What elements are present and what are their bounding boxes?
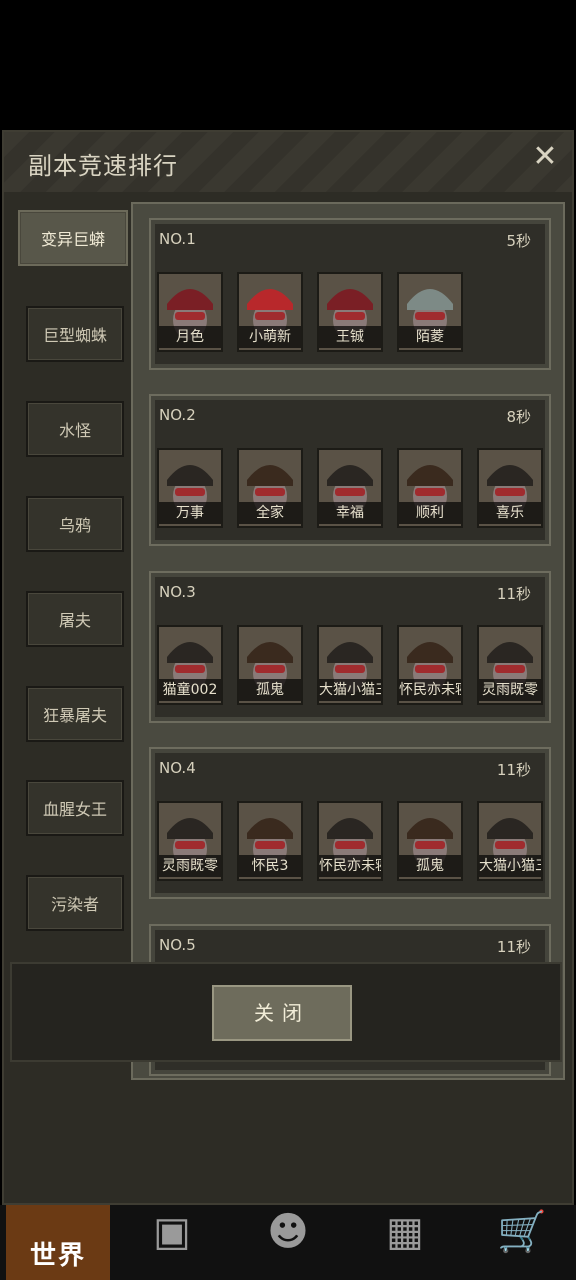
player-avatar[interactable]: 猫童002 <box>157 625 223 705</box>
player-avatar[interactable]: 万事 <box>157 448 223 528</box>
category-tab[interactable]: 狂暴屠夫 <box>26 686 124 742</box>
player-name: 王铖 <box>319 326 381 348</box>
category-tab[interactable]: 变异巨蟒 <box>18 210 128 266</box>
player-name: 怀民亦未寝 <box>399 679 461 701</box>
player-name: 灵雨既零 <box>159 855 221 877</box>
ranking-card: NO.4 11秒灵雨既零怀民3 怀民亦未寝孤鬼大猫小猫三 <box>149 747 551 899</box>
clear-time: 8秒 <box>506 408 531 426</box>
player-avatar[interactable]: 全家 <box>237 448 303 528</box>
player-name: 幸福 <box>319 502 381 524</box>
clear-time: 5秒 <box>506 232 531 250</box>
clear-time: 11秒 <box>496 938 531 956</box>
category-tab[interactable]: 水怪 <box>26 401 124 457</box>
category-tab[interactable]: 屠夫 <box>26 591 124 647</box>
player-name: 怀民3 <box>239 855 301 877</box>
player-avatar[interactable]: 灵雨既零 <box>157 801 223 881</box>
category-tab[interactable]: 污染者 <box>26 875 124 931</box>
player-avatar[interactable]: 陌菱 <box>397 272 463 352</box>
close-icon[interactable]: ✕ <box>530 142 560 172</box>
player-name: 灵雨既零 <box>479 679 541 701</box>
player-name: 喜乐 <box>479 502 541 524</box>
player-name: 大猫小猫三 <box>319 679 381 701</box>
nav-world[interactable]: 世界 <box>6 1205 110 1280</box>
player-avatar[interactable]: 怀民亦未寝 <box>397 625 463 705</box>
player-avatar[interactable]: 小萌新 <box>237 272 303 352</box>
player-avatar[interactable]: 灵雨既零 <box>477 625 543 705</box>
player-avatar[interactable]: 怀民亦未寝 <box>317 801 383 881</box>
player-name: 孤鬼 <box>399 855 461 877</box>
backpack-icon[interactable]: ▣ <box>142 1207 202 1257</box>
clear-time: 11秒 <box>496 585 531 603</box>
ranking-card: NO.1 5秒月色 小萌新 王铖 陌菱 <box>149 218 551 370</box>
player-avatar[interactable]: 孤鬼 <box>237 625 303 705</box>
player-name: 全家 <box>239 502 301 524</box>
category-tab[interactable]: 巨型蜘蛛 <box>26 306 124 362</box>
category-tab[interactable]: 乌鸦 <box>26 496 124 552</box>
player-avatar[interactable]: 喜乐 <box>477 448 543 528</box>
category-tab[interactable]: 血腥女王 <box>26 780 124 836</box>
rank-label: NO.2 <box>159 406 196 424</box>
phone-icon[interactable]: ▦ <box>375 1207 435 1257</box>
ranking-card: NO.3 11秒猫童002 孤鬼大猫小猫三怀民亦未寝灵雨既零 <box>149 571 551 723</box>
clear-time: 11秒 <box>496 761 531 779</box>
player-name: 万事 <box>159 502 221 524</box>
close-button[interactable]: 关闭 <box>212 985 352 1041</box>
player-name: 陌菱 <box>399 326 461 348</box>
player-avatar[interactable]: 顺利 <box>397 448 463 528</box>
rank-label: NO.1 <box>159 230 196 248</box>
player-name: 顺利 <box>399 502 461 524</box>
player-name: 孤鬼 <box>239 679 301 701</box>
nav-world-label: 世界 <box>29 1241 86 1271</box>
shop-cart-icon[interactable]: 🛒 <box>492 1207 552 1257</box>
player-name: 月色 <box>159 326 221 348</box>
bottom-nav: 世界 ▣ ☻ ▦ 🛒 <box>0 1205 576 1280</box>
player-avatar[interactable]: 怀民3 <box>237 801 303 881</box>
rank-label: NO.5 <box>159 936 196 954</box>
dialog-title: 副本竞速排行 <box>28 152 178 180</box>
player-avatar[interactable]: 孤鬼 <box>397 801 463 881</box>
rank-label: NO.3 <box>159 583 196 601</box>
player-avatar[interactable]: 大猫小猫三 <box>477 801 543 881</box>
player-name: 怀民亦未寝 <box>319 855 381 877</box>
player-avatar[interactable]: 月色 <box>157 272 223 352</box>
player-avatar[interactable]: 王铖 <box>317 272 383 352</box>
player-name: 猫童002 <box>159 679 221 701</box>
rank-label: NO.4 <box>159 759 196 777</box>
player-avatar[interactable]: 幸福 <box>317 448 383 528</box>
character-icon[interactable]: ☻ <box>258 1207 318 1257</box>
player-avatar[interactable]: 大猫小猫三 <box>317 625 383 705</box>
player-name: 大猫小猫三 <box>479 855 541 877</box>
ranking-card: NO.2 8秒万事 全家 幸福 顺利 喜乐 <box>149 394 551 546</box>
player-name: 小萌新 <box>239 326 301 348</box>
ranking-list[interactable]: NO.1 5秒 月色 小萌新 王铖 陌菱 NO.2 8秒 万事 全家 幸福 顺利 喜乐 NO.3 11秒 猫童… <box>131 202 565 1080</box>
